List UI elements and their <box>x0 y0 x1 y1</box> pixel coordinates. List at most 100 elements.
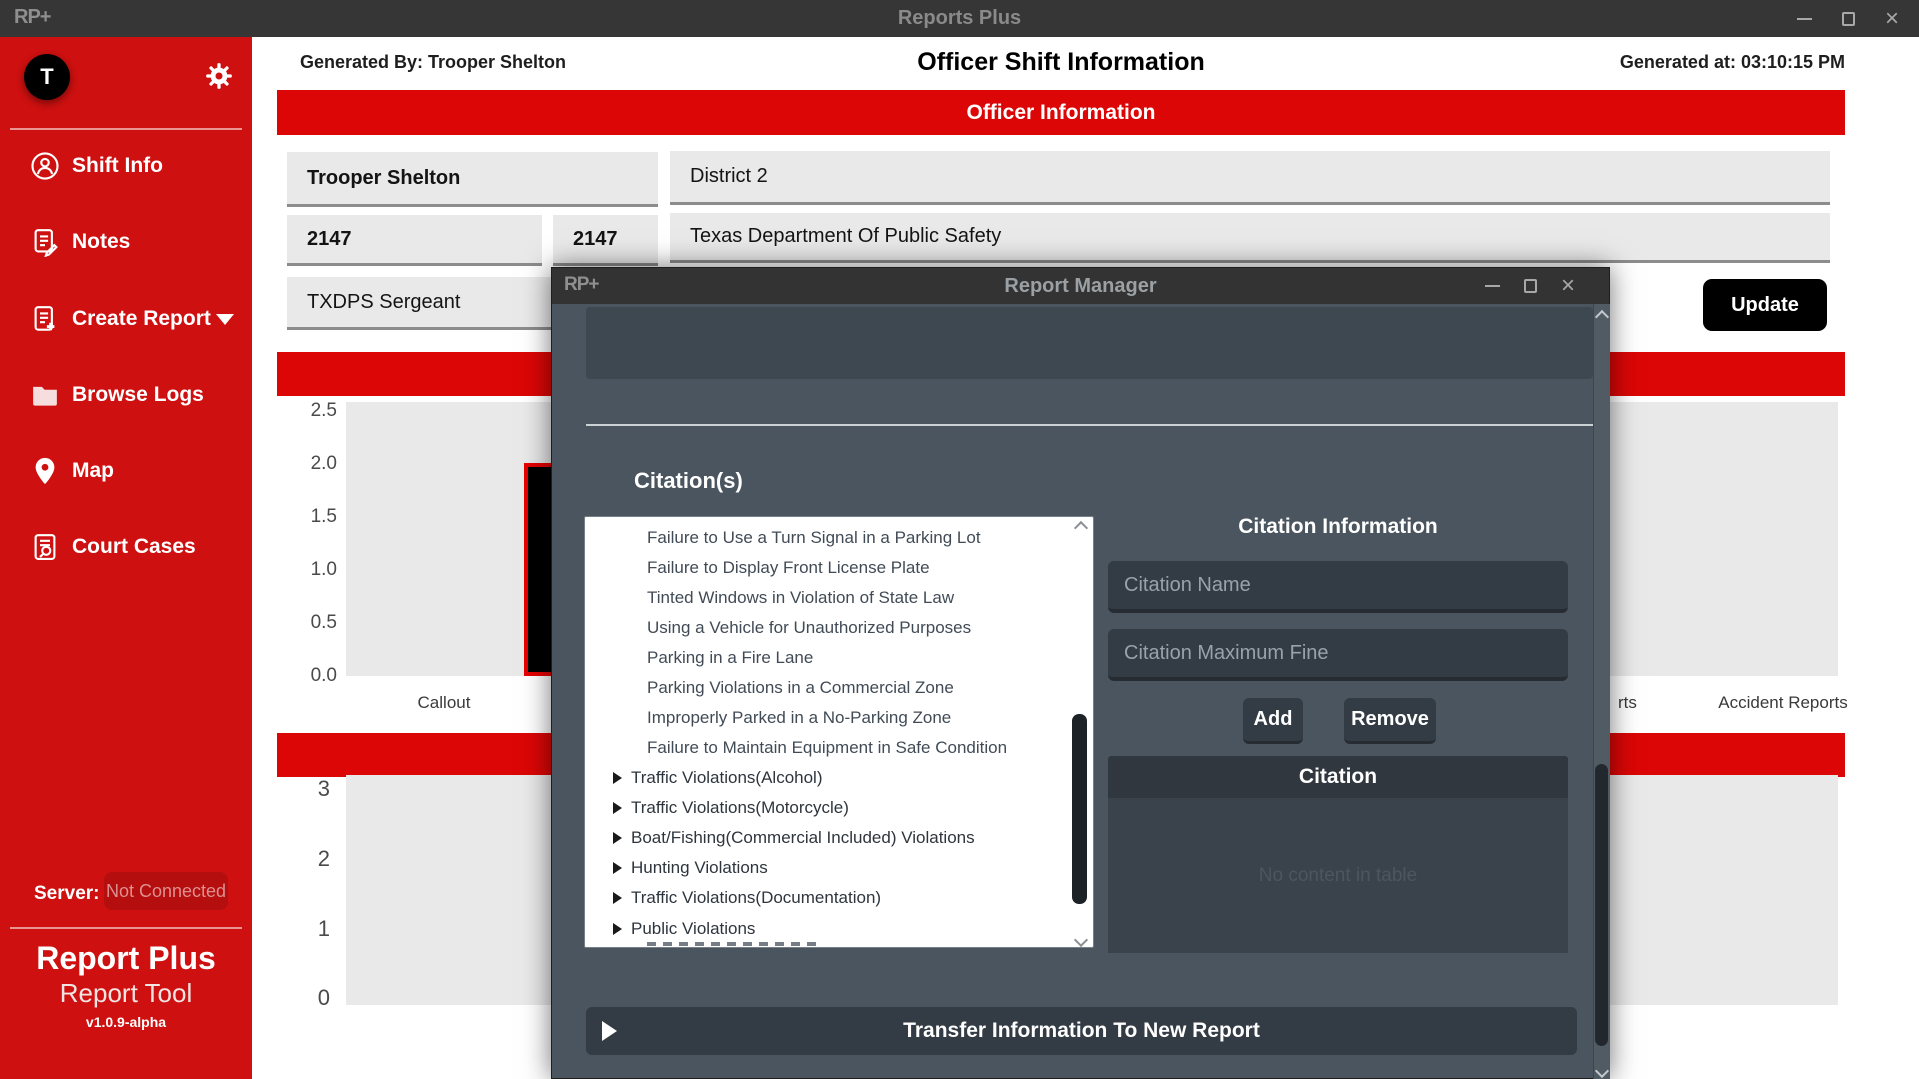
citation-information-heading: Citation Information <box>1238 515 1438 538</box>
y-tick: 1.0 <box>310 559 337 580</box>
citation-group-label: Traffic Violations(Motorcycle) <box>631 798 849 817</box>
map-pin-icon <box>35 457 55 485</box>
y-tick: 2.5 <box>310 400 337 421</box>
sidebar-item-label: Court Cases <box>72 535 196 558</box>
citation-name-input[interactable] <box>1108 561 1568 613</box>
window-titlebar: RP+ Reports Plus × <box>0 0 1919 37</box>
y-tick: 0.5 <box>310 612 337 633</box>
expand-arrow-icon[interactable] <box>613 892 622 904</box>
y-tick: 1 <box>317 916 330 941</box>
notes-icon <box>34 229 58 257</box>
minimize-icon[interactable] <box>1793 8 1815 30</box>
citation-group-label: Hunting Violations <box>631 858 768 877</box>
report-manager-dialog: RP+ Report Manager × Citation(s) Failure… <box>551 267 1610 1079</box>
scroll-up-icon[interactable] <box>1594 309 1610 325</box>
brand-subtitle: Report Tool <box>59 978 193 1008</box>
avatar[interactable]: T <box>24 54 70 100</box>
y-tick: 1.5 <box>310 506 337 527</box>
sidebar-item-label: Shift Info <box>72 154 163 177</box>
citation-group-label: Traffic Violations(Alcohol) <box>631 768 823 787</box>
sidebar-item-map[interactable]: Map <box>0 449 252 493</box>
generated-at-text: Generated at: 03:10:15 PM <box>1619 52 1845 72</box>
close-icon[interactable]: × <box>1881 6 1903 30</box>
window-title: Reports Plus <box>897 7 1022 29</box>
sidebar-item-shift-info[interactable]: Shift Info <box>0 144 252 188</box>
citation-list-item[interactable]: Parking in a Fire Lane <box>585 643 1093 673</box>
create-report-icon <box>34 306 55 331</box>
sidebar-divider <box>10 128 242 130</box>
sidebar-item-notes[interactable]: Notes <box>0 220 252 264</box>
modal-close-icon[interactable]: × <box>1557 274 1579 298</box>
report-notes-panel[interactable] <box>586 307 1593 379</box>
scroll-down-icon[interactable] <box>1594 1063 1610 1079</box>
citation-list[interactable]: Failure to Use a Turn Signal in a Parkin… <box>584 516 1094 948</box>
sidebar-item-court-cases[interactable]: Court Cases <box>0 525 252 569</box>
transfer-information-button[interactable]: Transfer Information To New Report <box>586 1007 1577 1055</box>
server-label: Server: <box>34 883 100 904</box>
citation-list-item[interactable]: Failure to Maintain Equipment in Safe Co… <box>585 733 1093 763</box>
citation-list-item[interactable]: Improperly Parked in a No-Parking Zone <box>585 703 1093 733</box>
sidebar-item-label: Browse Logs <box>72 383 204 406</box>
expand-arrow-icon[interactable] <box>613 832 622 844</box>
citations-heading: Citation(s) <box>634 468 743 493</box>
citation-table: No content in table <box>1108 798 1568 953</box>
modal-scrollbar-thumb[interactable] <box>1595 764 1608 1046</box>
brand-title: Report Plus <box>36 940 216 976</box>
empty-table-text: No content in table <box>1258 864 1418 886</box>
sidebar-item-label: Map <box>72 459 114 482</box>
expand-arrow-icon[interactable] <box>613 923 622 935</box>
sidebar-item-browse-logs[interactable]: Browse Logs <box>0 373 252 417</box>
district-field[interactable] <box>670 151 1830 205</box>
expand-arrow-icon[interactable] <box>613 802 622 814</box>
citation-group-row[interactable]: Traffic Violations(Alcohol) <box>585 763 1093 793</box>
maximize-icon[interactable] <box>1837 8 1859 30</box>
transfer-label: Transfer Information To New Report <box>903 1019 1260 1042</box>
expand-arrow-icon[interactable] <box>613 772 622 784</box>
person-circle-icon <box>31 152 59 180</box>
citation-group-row[interactable]: Boat/Fishing(Commercial Included) Violat… <box>585 823 1093 853</box>
app-window: RP+ Reports Plus × T Shift Info Notes Cr… <box>0 0 1919 1079</box>
badge-number-field[interactable] <box>287 215 542 266</box>
x-category-label: Accident Reports <box>1718 693 1848 712</box>
unit-number-field[interactable] <box>553 215 658 266</box>
add-button[interactable]: Add <box>1243 698 1303 744</box>
citation-list-item[interactable]: Using a Vehicle for Unauthorized Purpose… <box>585 613 1093 643</box>
citation-list-item[interactable]: Failure to Display Front License Plate <box>585 553 1093 583</box>
department-field[interactable] <box>670 213 1830 263</box>
remove-button[interactable]: Remove <box>1344 698 1436 744</box>
sidebar-item-create-report[interactable]: Create Report <box>0 297 252 341</box>
modal-divider <box>586 424 1593 426</box>
brand-version: v1.0.9-alpha <box>85 1014 167 1030</box>
banner-label: Officer Information <box>966 101 1156 124</box>
y-tick: 0.0 <box>310 665 337 686</box>
citation-list-item[interactable]: Failure to Use a Turn Signal in a Parkin… <box>585 523 1093 553</box>
y-tick: 2.0 <box>310 453 337 474</box>
citation-group-label: Public Violations <box>631 919 756 938</box>
modal-minimize-icon[interactable] <box>1481 275 1503 297</box>
list-scrollbar-thumb[interactable] <box>1072 714 1087 904</box>
play-icon <box>602 1021 617 1041</box>
y-tick: 2 <box>317 846 330 871</box>
citation-list-item[interactable]: Tinted Windows in Violation of State Law <box>585 583 1093 613</box>
citation-list-item[interactable]: Parking Violations in a Commercial Zone <box>585 673 1093 703</box>
citation-maximum-fine-input[interactable] <box>1108 629 1568 681</box>
sidebar-divider <box>10 927 242 929</box>
clipped-list-row <box>647 942 817 946</box>
y-tick: 3 <box>317 776 330 801</box>
modal-maximize-icon[interactable] <box>1519 275 1541 297</box>
x-category-label-partial: rts <box>1618 693 1637 712</box>
expand-arrow-icon[interactable] <box>613 862 622 874</box>
sidebar: T Shift Info Notes Create Report Browse … <box>0 37 252 1079</box>
citation-group-row[interactable]: Traffic Violations(Motorcycle) <box>585 793 1093 823</box>
modal-titlebar: RP+ Report Manager × <box>552 268 1609 304</box>
citation-group-row[interactable]: Hunting Violations <box>585 853 1093 883</box>
citation-group-row[interactable]: Traffic Violations(Documentation) <box>585 883 1093 913</box>
citation-group-label: Traffic Violations(Documentation) <box>631 888 882 907</box>
y-tick: 0 <box>317 985 330 1010</box>
server-status-badge: Not Connected <box>104 872 228 910</box>
update-button[interactable]: Update <box>1703 279 1827 331</box>
citation-group-row[interactable]: Public Violations <box>585 914 1093 944</box>
gear-icon[interactable] <box>205 62 233 90</box>
folder-icon <box>33 386 57 406</box>
officer-name-field[interactable] <box>287 152 658 207</box>
